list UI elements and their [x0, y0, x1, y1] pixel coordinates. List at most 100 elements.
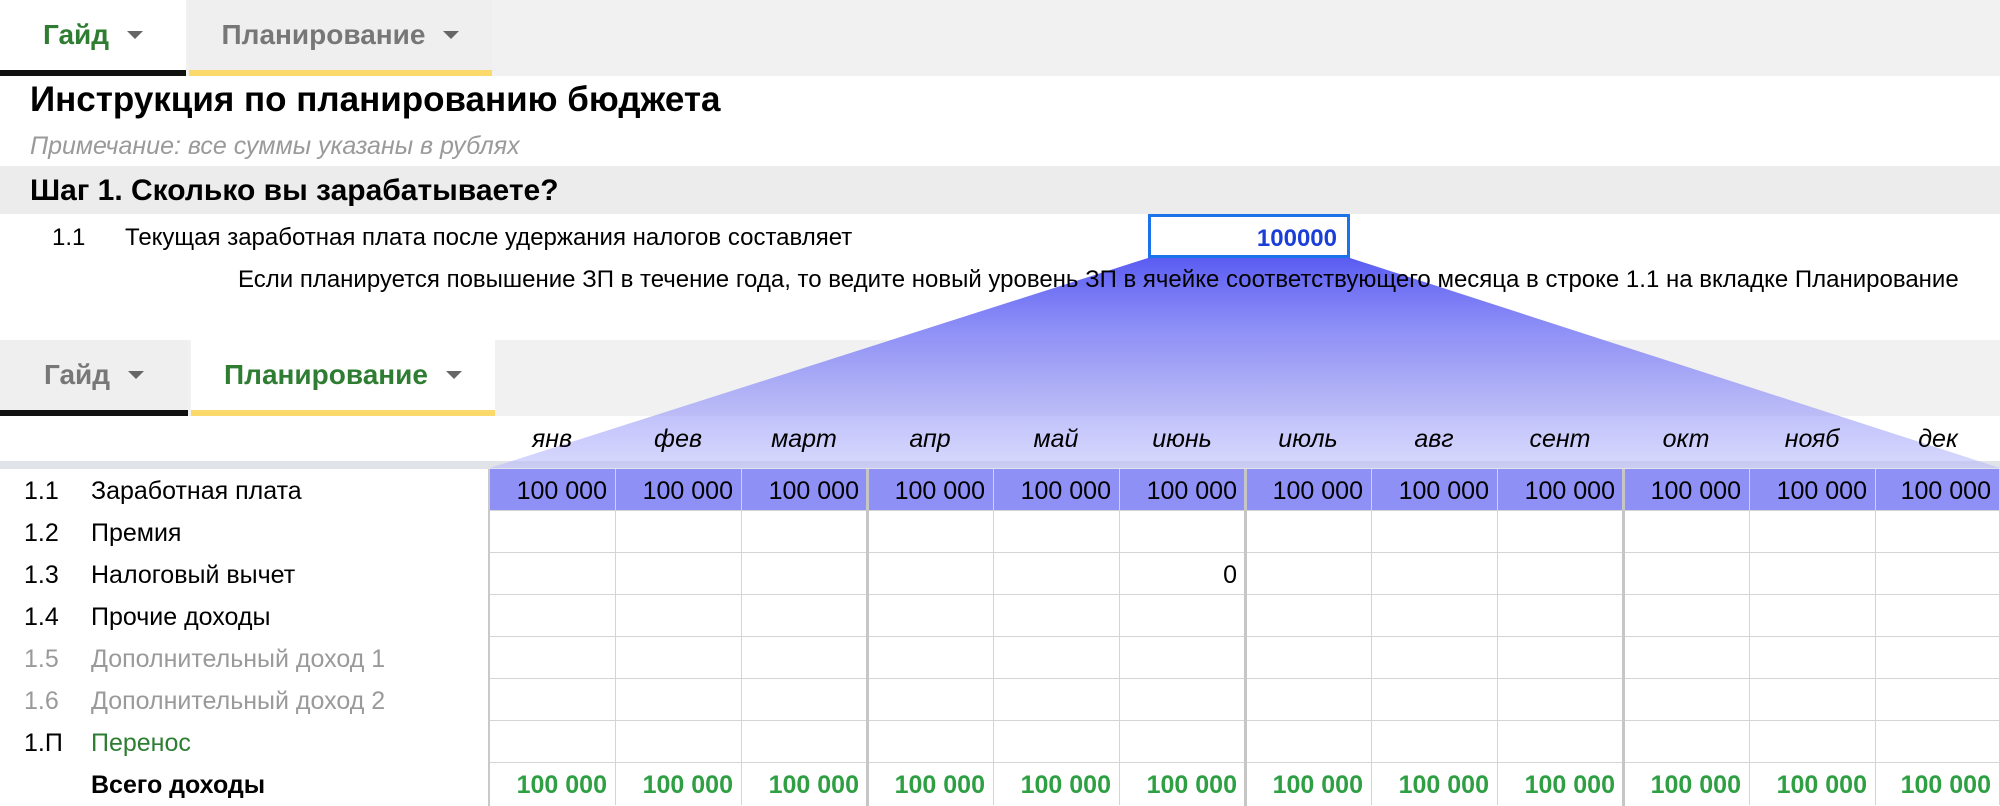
grid-cell[interactable]: 100 000	[490, 763, 616, 805]
grid-cell[interactable]	[616, 595, 742, 637]
grid-cell[interactable]	[1372, 637, 1498, 679]
grid-cell[interactable]	[1750, 595, 1876, 637]
grid-cell[interactable]	[1372, 595, 1498, 637]
grid-cell[interactable]	[1624, 595, 1750, 637]
grid-cell[interactable]: 100 000	[1372, 469, 1498, 511]
grid-cell[interactable]	[868, 511, 994, 553]
grid-cell[interactable]	[490, 511, 616, 553]
chevron-down-icon[interactable]	[445, 371, 462, 379]
grid-cell[interactable]: 100 000	[1372, 763, 1498, 805]
grid-cell[interactable]	[1498, 637, 1624, 679]
grid-cell[interactable]: 100 000	[994, 469, 1120, 511]
grid-cell[interactable]	[1372, 553, 1498, 595]
tab-guide[interactable]: Гайд	[0, 0, 186, 76]
grid-cell[interactable]	[1876, 721, 2000, 763]
grid-cell[interactable]: 100 000	[1120, 469, 1246, 511]
grid-cell[interactable]	[1876, 553, 2000, 595]
grid-cell[interactable]: 100 000	[616, 763, 742, 805]
grid-cell[interactable]	[616, 637, 742, 679]
grid-cell[interactable]	[1750, 553, 1876, 595]
grid-cell[interactable]: 100 000	[490, 469, 616, 511]
grid-cell[interactable]: 100 000	[868, 763, 994, 805]
grid-cell[interactable]	[490, 595, 616, 637]
grid-cell[interactable]: 0	[1120, 553, 1246, 595]
grid-cell[interactable]	[1120, 637, 1246, 679]
grid-cell[interactable]	[1120, 595, 1246, 637]
grid-cell[interactable]	[994, 637, 1120, 679]
grid-cell[interactable]	[1876, 595, 2000, 637]
grid-cell[interactable]	[1246, 511, 1372, 553]
grid-cell[interactable]: 100 000	[1624, 469, 1750, 511]
grid-cell[interactable]	[1498, 595, 1624, 637]
grid-cell[interactable]	[1246, 595, 1372, 637]
grid-cell[interactable]	[1498, 553, 1624, 595]
grid-cell[interactable]	[1372, 511, 1498, 553]
grid-cell[interactable]	[742, 553, 868, 595]
grid-cell[interactable]	[616, 511, 742, 553]
grid-cell[interactable]	[1498, 679, 1624, 721]
grid-cell[interactable]	[1624, 679, 1750, 721]
grid-cell[interactable]	[994, 721, 1120, 763]
grid-cell[interactable]	[1372, 721, 1498, 763]
grid-cell[interactable]	[868, 553, 994, 595]
grid-cell[interactable]	[616, 553, 742, 595]
grid-cell[interactable]: 100 000	[1246, 469, 1372, 511]
grid-cell[interactable]	[490, 637, 616, 679]
grid-cell[interactable]	[1624, 721, 1750, 763]
grid-cell[interactable]	[616, 679, 742, 721]
grid-cell[interactable]	[742, 679, 868, 721]
grid-cell[interactable]	[490, 721, 616, 763]
grid-cell[interactable]	[994, 511, 1120, 553]
grid-cell[interactable]	[1624, 637, 1750, 679]
grid-cell[interactable]	[1498, 721, 1624, 763]
grid-cell[interactable]	[1246, 637, 1372, 679]
chevron-down-icon[interactable]	[127, 31, 144, 39]
grid-cell[interactable]: 100 000	[742, 469, 868, 511]
grid-cell[interactable]	[1246, 553, 1372, 595]
grid-cell[interactable]: 100 000	[994, 763, 1120, 805]
grid-cell[interactable]	[868, 679, 994, 721]
grid-cell[interactable]	[1246, 721, 1372, 763]
grid-cell[interactable]: 100 000	[1498, 763, 1624, 805]
tab-planning-lower[interactable]: Планирование	[191, 340, 495, 416]
grid-cell[interactable]	[1750, 511, 1876, 553]
grid-cell[interactable]	[868, 721, 994, 763]
grid-cell[interactable]: 100 000	[1876, 763, 2000, 805]
grid-cell[interactable]	[868, 595, 994, 637]
grid-cell[interactable]: 100 000	[1498, 469, 1624, 511]
tab-planning[interactable]: Планирование	[189, 0, 492, 76]
grid-cell[interactable]	[1750, 637, 1876, 679]
grid-cell[interactable]	[742, 511, 868, 553]
grid-cell[interactable]: 100 000	[868, 469, 994, 511]
grid-cell[interactable]	[1372, 679, 1498, 721]
grid-cell[interactable]	[868, 637, 994, 679]
grid-cell[interactable]	[742, 721, 868, 763]
grid-cell[interactable]: 100 000	[1750, 763, 1876, 805]
chevron-down-icon[interactable]	[128, 371, 145, 379]
grid-cell[interactable]	[490, 553, 616, 595]
chevron-down-icon[interactable]	[443, 31, 460, 39]
grid-cell[interactable]	[1876, 637, 2000, 679]
grid-cell[interactable]	[1624, 511, 1750, 553]
grid-cell[interactable]	[1120, 679, 1246, 721]
grid-cell[interactable]	[616, 721, 742, 763]
grid-cell[interactable]	[1624, 553, 1750, 595]
grid-cell[interactable]	[742, 637, 868, 679]
grid-cell[interactable]: 100 000	[1624, 763, 1750, 805]
grid-cell[interactable]: 100 000	[1750, 469, 1876, 511]
salary-input[interactable]: 100000	[1148, 214, 1350, 258]
grid-cell[interactable]: 100 000	[1246, 763, 1372, 805]
grid-cell[interactable]	[994, 595, 1120, 637]
grid-cell[interactable]	[1120, 721, 1246, 763]
grid-cell[interactable]	[1750, 679, 1876, 721]
grid-cell[interactable]	[1876, 511, 2000, 553]
grid-cell[interactable]	[1876, 679, 2000, 721]
grid-cell[interactable]: 100 000	[1120, 763, 1246, 805]
grid-cell[interactable]	[994, 679, 1120, 721]
grid-cell[interactable]: 100 000	[742, 763, 868, 805]
grid-cell[interactable]: 100 000	[1876, 469, 2000, 511]
grid-cell[interactable]	[490, 679, 616, 721]
grid-cell[interactable]	[994, 553, 1120, 595]
grid-cell[interactable]	[1498, 511, 1624, 553]
tab-guide-lower[interactable]: Гайд	[0, 340, 188, 416]
